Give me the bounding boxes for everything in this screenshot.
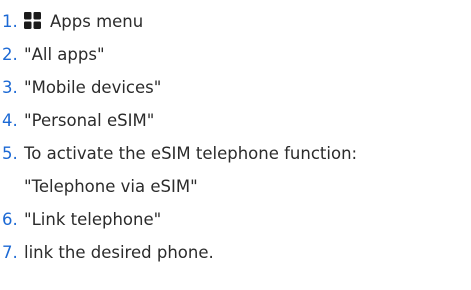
step-text: "Personal eSIM" [24,111,155,130]
step-text: link the desired phone. [24,243,214,262]
apps-grid-icon [24,12,41,29]
step-text: To activate the eSIM telephone function: [24,144,358,163]
step-number: 5. [2,144,18,163]
step-number: 3. [2,78,18,97]
step-number: 7. [2,243,18,262]
step-text: "Mobile devices" [24,78,162,97]
step-number: 1. [2,12,18,31]
step-text: Apps menu [50,12,144,31]
step-text-container: Apps menu [24,5,143,38]
step-number: 6. [2,210,18,229]
step-text: "All apps" [24,45,105,64]
step-text: "Link telephone" [24,210,162,229]
step-number: 2. [2,45,18,64]
step-text-continuation: "Telephone via eSIM" [24,177,198,196]
step-text-container: To activate the eSIM telephone function:… [24,137,357,203]
step-number: 4. [2,111,18,130]
